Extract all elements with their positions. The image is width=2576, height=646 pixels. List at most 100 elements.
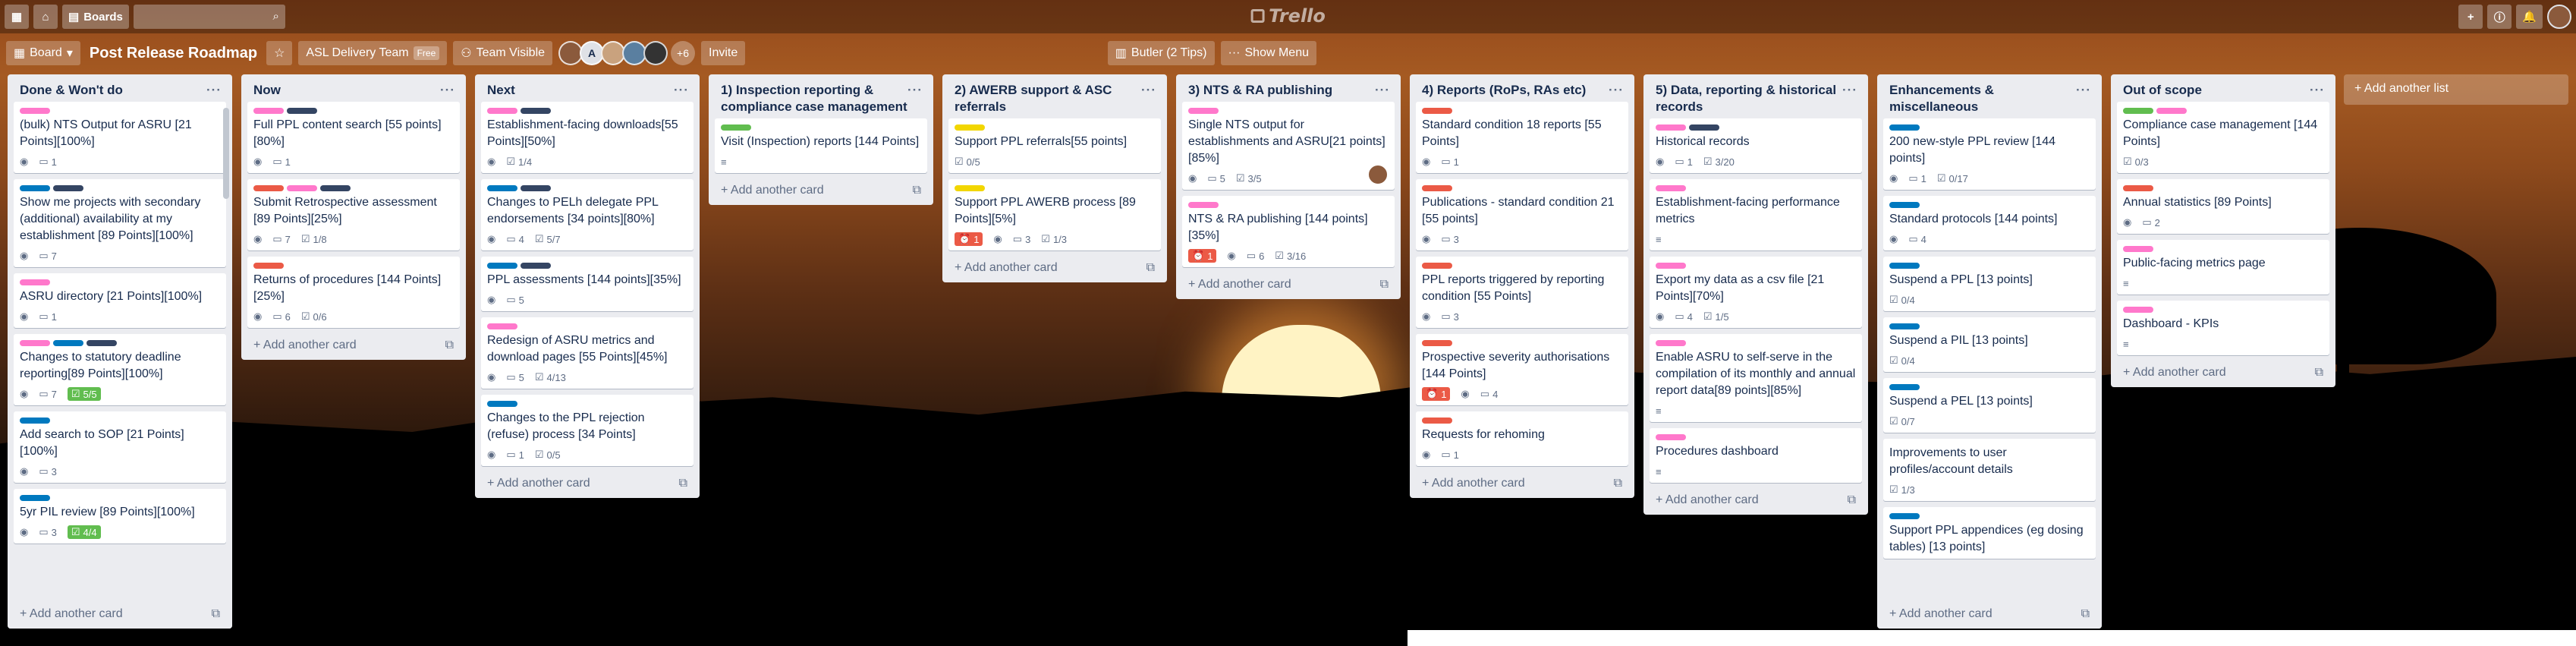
card[interactable]: Enable ASRU to self-serve in the compila… — [1650, 334, 1862, 422]
list-header[interactable]: 4) Reports (RoPs, RAs etc) ··· — [1410, 74, 1634, 102]
template-icon[interactable]: ⧉ — [1146, 261, 1155, 275]
card[interactable]: Publications - standard condition 21 [55… — [1416, 179, 1628, 251]
trello-logo[interactable]: Trello — [1250, 5, 1326, 27]
card[interactable]: Single NTS output for establishments and… — [1182, 102, 1395, 190]
list-header[interactable]: 1) Inspection reporting & compliance cas… — [709, 74, 933, 118]
card[interactable]: NTS & RA publishing [144 points][35%] ⏰ 1 ◉… — [1182, 196, 1395, 267]
template-icon[interactable]: ⧉ — [679, 477, 687, 490]
card[interactable]: Changes to statutory deadline reporting[… — [14, 334, 226, 405]
label-pink[interactable] — [20, 340, 50, 346]
label-blue[interactable] — [487, 185, 517, 191]
label-navy[interactable] — [86, 340, 117, 346]
card[interactable]: Support PPL appendices (eg dosing tables… — [1883, 507, 2096, 559]
card[interactable]: Improvements to user profiles/account de… — [1883, 439, 2096, 501]
card[interactable]: Support PPL AWERB process [89 Points][5%… — [948, 179, 1161, 251]
template-icon[interactable]: ⧉ — [445, 339, 454, 352]
list-title[interactable]: 2) AWERB support & ASC referrals — [955, 82, 1141, 115]
card[interactable]: Redesign of ASRU metrics and download pa… — [481, 317, 694, 389]
template-icon[interactable]: ⧉ — [2315, 366, 2323, 380]
label-red[interactable] — [253, 263, 284, 269]
list-menu-icon[interactable]: ··· — [1141, 82, 1156, 115]
card[interactable]: Support PPL referrals[55 points] ☑ 0/5 — [948, 118, 1161, 173]
list-menu-icon[interactable]: ··· — [2076, 82, 2091, 115]
template-icon[interactable]: ⧉ — [212, 607, 220, 621]
list-menu-icon[interactable]: ··· — [1842, 82, 1857, 115]
card-member-avatar[interactable] — [1367, 164, 1389, 185]
card[interactable]: (bulk) NTS Output for ASRU [21 Points][1… — [14, 102, 226, 173]
label-blue[interactable] — [20, 418, 50, 424]
list-menu-icon[interactable]: ··· — [1609, 82, 1624, 99]
list-title[interactable]: 4) Reports (RoPs, RAs etc) — [1422, 82, 1586, 99]
card[interactable]: PPL assessments [144 points][35%] ◉ ▭ 5 — [481, 257, 694, 311]
card[interactable]: ASRU directory [21 Points][100%] ◉ ▭ 1 — [14, 273, 226, 328]
label-blue[interactable] — [1889, 202, 1920, 208]
board-view-switcher[interactable]: ▦ Board ▾ — [6, 41, 80, 65]
board-title[interactable]: Post Release Roadmap — [86, 45, 260, 62]
butler-button[interactable]: ▥ Butler (2 Tips) — [1107, 41, 1215, 65]
label-blue[interactable] — [1889, 124, 1920, 131]
card[interactable]: Changes to the PPL rejection (refuse) pr… — [481, 395, 694, 466]
show-menu-button[interactable]: ··· Show Menu — [1220, 41, 1316, 65]
invite-button[interactable]: Invite — [701, 41, 746, 65]
label-pink[interactable] — [487, 108, 517, 114]
label-navy[interactable] — [320, 185, 351, 191]
label-red[interactable] — [2123, 185, 2153, 191]
list-menu-icon[interactable]: ··· — [206, 82, 222, 99]
card[interactable]: Export my data as a csv file [21 Points]… — [1650, 257, 1862, 328]
card[interactable]: Suspend a PEL [13 points] ☑ 0/7 — [1883, 378, 2096, 433]
list-menu-icon[interactable]: ··· — [907, 82, 923, 115]
label-yellow[interactable] — [955, 185, 985, 191]
card[interactable]: PPL reports triggered by reporting condi… — [1416, 257, 1628, 328]
team-button[interactable]: ASL Delivery Team Free — [298, 41, 448, 65]
list-title[interactable]: 5) Data, reporting & historical records — [1656, 82, 1842, 115]
label-red[interactable] — [1422, 108, 1452, 114]
label-blue[interactable] — [487, 263, 517, 269]
label-navy[interactable] — [521, 108, 551, 114]
label-red[interactable] — [1422, 263, 1452, 269]
label-pink[interactable] — [1656, 185, 1686, 191]
label-pink[interactable] — [253, 108, 284, 114]
card[interactable]: Dashboard - KPIs ≡ — [2117, 301, 2329, 355]
card[interactable]: Annual statistics [89 Points] ◉ ▭ 2 — [2117, 179, 2329, 234]
add-card-button[interactable]: + Add another card ⧉ — [1410, 472, 1634, 498]
add-card-button[interactable]: + Add another card ⧉ — [475, 472, 700, 498]
list-title[interactable]: Out of scope — [2123, 82, 2202, 99]
add-card-button[interactable]: + Add another card ⧉ — [709, 179, 933, 205]
label-navy[interactable] — [287, 108, 317, 114]
label-blue[interactable] — [1889, 384, 1920, 390]
card[interactable]: Public-facing metrics page ≡ — [2117, 240, 2329, 295]
label-blue[interactable] — [20, 185, 50, 191]
add-card-button[interactable]: + Add another card ⧉ — [2111, 361, 2335, 387]
label-pink[interactable] — [287, 185, 317, 191]
card[interactable]: Standard condition 18 reports [55 Points… — [1416, 102, 1628, 173]
add-card-button[interactable]: + Add another card ⧉ — [1176, 273, 1401, 299]
label-navy[interactable] — [53, 185, 83, 191]
add-card-button[interactable]: + Add another card ⧉ — [1643, 489, 1868, 515]
card[interactable]: 200 new-style PPL review [144 points] ◉ ▭ 1… — [1883, 118, 2096, 190]
card[interactable]: Full PPL content search [55 points][80%]… — [247, 102, 460, 173]
label-yellow[interactable] — [955, 124, 985, 131]
label-navy[interactable] — [521, 263, 551, 269]
card[interactable]: Submit Retrospective assessment [89 Poin… — [247, 179, 460, 251]
search-input[interactable]: ⌕ — [133, 5, 285, 29]
label-green[interactable] — [2123, 108, 2153, 114]
list-header[interactable]: Done & Won't do ··· — [8, 74, 232, 102]
card[interactable]: Returns of procedures [144 Points][25%] ◉… — [247, 257, 460, 328]
label-red[interactable] — [1422, 185, 1452, 191]
label-pink[interactable] — [2123, 246, 2153, 252]
label-pink[interactable] — [20, 279, 50, 285]
list-menu-icon[interactable]: ··· — [2310, 82, 2325, 99]
list-title[interactable]: Now — [253, 82, 281, 99]
label-pink[interactable] — [1656, 434, 1686, 440]
card[interactable]: Prospective severity authorisations [144… — [1416, 334, 1628, 405]
notifications-button[interactable]: 🔔 — [2516, 5, 2543, 29]
list-menu-icon[interactable]: ··· — [440, 82, 455, 99]
label-pink[interactable] — [2156, 108, 2187, 114]
label-pink[interactable] — [1656, 124, 1686, 131]
home-button[interactable]: ⌂ — [33, 5, 58, 29]
label-navy[interactable] — [521, 185, 551, 191]
template-icon[interactable]: ⧉ — [1848, 493, 1856, 507]
list-title[interactable]: Done & Won't do — [20, 82, 123, 99]
card[interactable]: 5yr PIL review [89 Points][100%] ◉ ▭ 3 ☑ 4/4 — [14, 489, 226, 544]
label-navy[interactable] — [1689, 124, 1719, 131]
